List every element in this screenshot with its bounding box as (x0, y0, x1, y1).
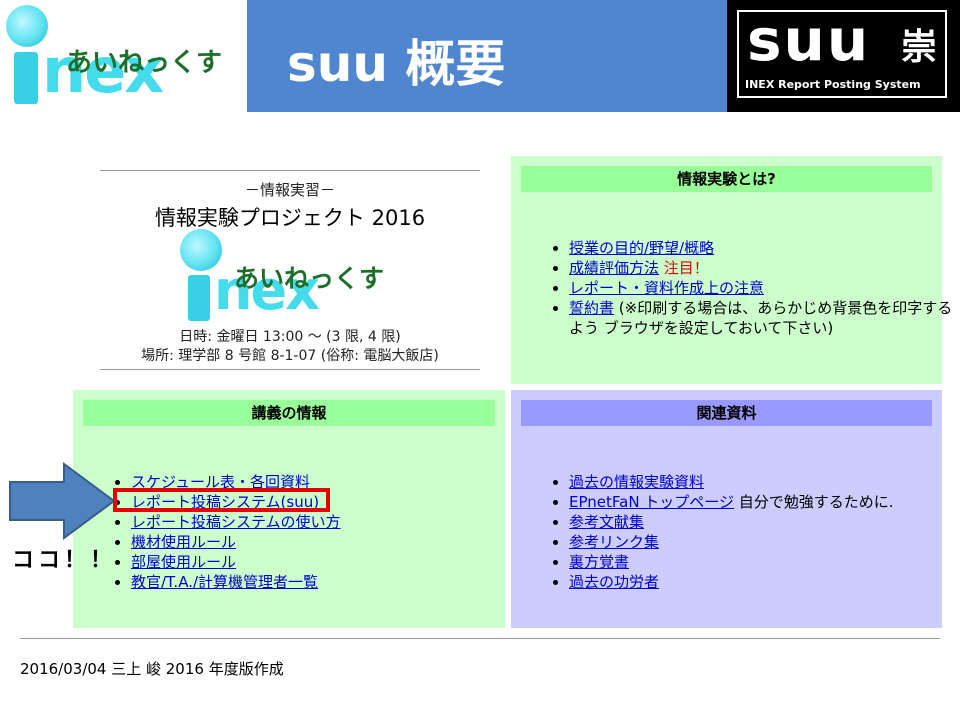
list-item: EPnetFaN トップページ 自分で勉強するために. (569, 492, 894, 512)
highlight-box (113, 488, 330, 512)
lecture-link-equipment-rules[interactable]: 機材使用ルール (131, 533, 236, 551)
intro-schedule: 日時: 金曜日 13:00 ～ (3 限, 4 限) (179, 329, 401, 345)
about-link-report-notes[interactable]: レポート・資料作成上の注意 (569, 279, 764, 297)
footer-divider (20, 638, 940, 639)
epnetfan-note: 自分で勉強するために. (738, 493, 894, 511)
logo-stem (14, 52, 38, 104)
list-item: 授業の目的/野望/概略 (569, 238, 954, 258)
related-link-references[interactable]: 参考文献集 (569, 513, 644, 531)
list-item: 成績評価方法 注目！ (569, 258, 954, 278)
pointer-arrow-icon (9, 462, 116, 540)
footer-text: 2016/03/04 三上 峻 2016 年度版作成 (20, 660, 284, 678)
intro-logo-jp: あいねっくす (234, 264, 385, 293)
intro-place: 場所: 理学部 8 号館 8-1-07 (俗称: 電脳大飯店) (141, 348, 439, 364)
related-heading: 関連資料 (521, 400, 932, 426)
about-link-purpose[interactable]: 授業の目的/野望/概略 (569, 239, 714, 257)
lecture-heading: 講義の情報 (83, 400, 495, 426)
list-item: 裏方覚書 (569, 552, 894, 572)
list-item: 過去の情報実験資料 (569, 472, 894, 492)
intro-logo-stem (188, 275, 210, 321)
lecture-link-suu-howto[interactable]: レポート投稿システムの使い方 (131, 513, 341, 531)
list-item: 参考文献集 (569, 512, 894, 532)
about-link-pledge[interactable]: 誓約書 (569, 299, 614, 317)
related-panel: 関連資料 過去の情報実験資料 EPnetFaN トップページ 自分で勉強するため… (511, 390, 942, 628)
list-item: 教官/T.A./計算機管理者一覧 (131, 572, 341, 592)
related-list: 過去の情報実験資料 EPnetFaN トップページ 自分で勉強するために. 参考… (511, 472, 894, 592)
suu-logo-frame: suu 崇 INEX Report Posting System (737, 6, 947, 98)
related-link-epnetfan[interactable]: EPnetFaN トップページ (569, 493, 734, 511)
logo-jp-text: あいねっくす (66, 48, 223, 78)
pledge-note: (※印刷する場合は、あらかじめ背景色を印字するよう ブラウザを設定しておいて下さ… (569, 299, 953, 337)
related-link-past-contributors[interactable]: 過去の功労者 (569, 573, 659, 591)
related-link-backstage-notes[interactable]: 裏方覚書 (569, 553, 629, 571)
grading-alert: 注目！ (663, 259, 709, 277)
related-link-past-materials[interactable]: 過去の情報実験資料 (569, 473, 704, 491)
page-title: suu 概要 (287, 35, 506, 93)
list-item: 参考リンク集 (569, 532, 894, 552)
list-item: レポート投稿システムの使い方 (131, 512, 341, 532)
suu-logo-kanji: 崇 (901, 27, 938, 68)
inex-logo: nex あいねっくす (0, 0, 247, 112)
intro-subtitle: －情報実習－ (244, 181, 335, 199)
lecture-link-staff-list[interactable]: 教官/T.A./計算機管理者一覧 (131, 573, 318, 591)
intro-panel: －情報実習－ 情報実験プロジェクト 2016 nex あいねっくす 日時: 金曜… (100, 170, 480, 370)
about-panel: 情報実験とは? 授業の目的/野望/概略 成績評価方法 注目！ レポート・資料作成… (511, 156, 952, 384)
callout-text: ココ！！ (12, 548, 117, 573)
about-heading: 情報実験とは? (521, 166, 932, 192)
lecture-link-room-rules[interactable]: 部屋使用ルール (131, 553, 236, 571)
suu-logo-subtitle: INEX Report Posting System (745, 78, 921, 91)
title-band: suu 概要 (247, 0, 727, 112)
about-list: 授業の目的/野望/概略 成績評価方法 注目！ レポート・資料作成上の注意 誓約書… (511, 238, 954, 338)
about-link-grading[interactable]: 成績評価方法 (569, 259, 659, 277)
related-link-ref-links[interactable]: 参考リンク集 (569, 533, 659, 551)
list-item: 誓約書 (※印刷する場合は、あらかじめ背景色を印字するよう ブラウザを設定してお… (569, 298, 954, 338)
list-item: 部屋使用ルール (131, 552, 341, 572)
suu-logo: suu 崇 INEX Report Posting System (727, 0, 960, 112)
list-item: 過去の功労者 (569, 572, 894, 592)
intro-title: 情報実験プロジェクト 2016 (154, 206, 426, 230)
list-item: 機材使用ルール (131, 532, 341, 552)
suu-logo-word: suu (747, 6, 871, 74)
list-item: レポート・資料作成上の注意 (569, 278, 954, 298)
